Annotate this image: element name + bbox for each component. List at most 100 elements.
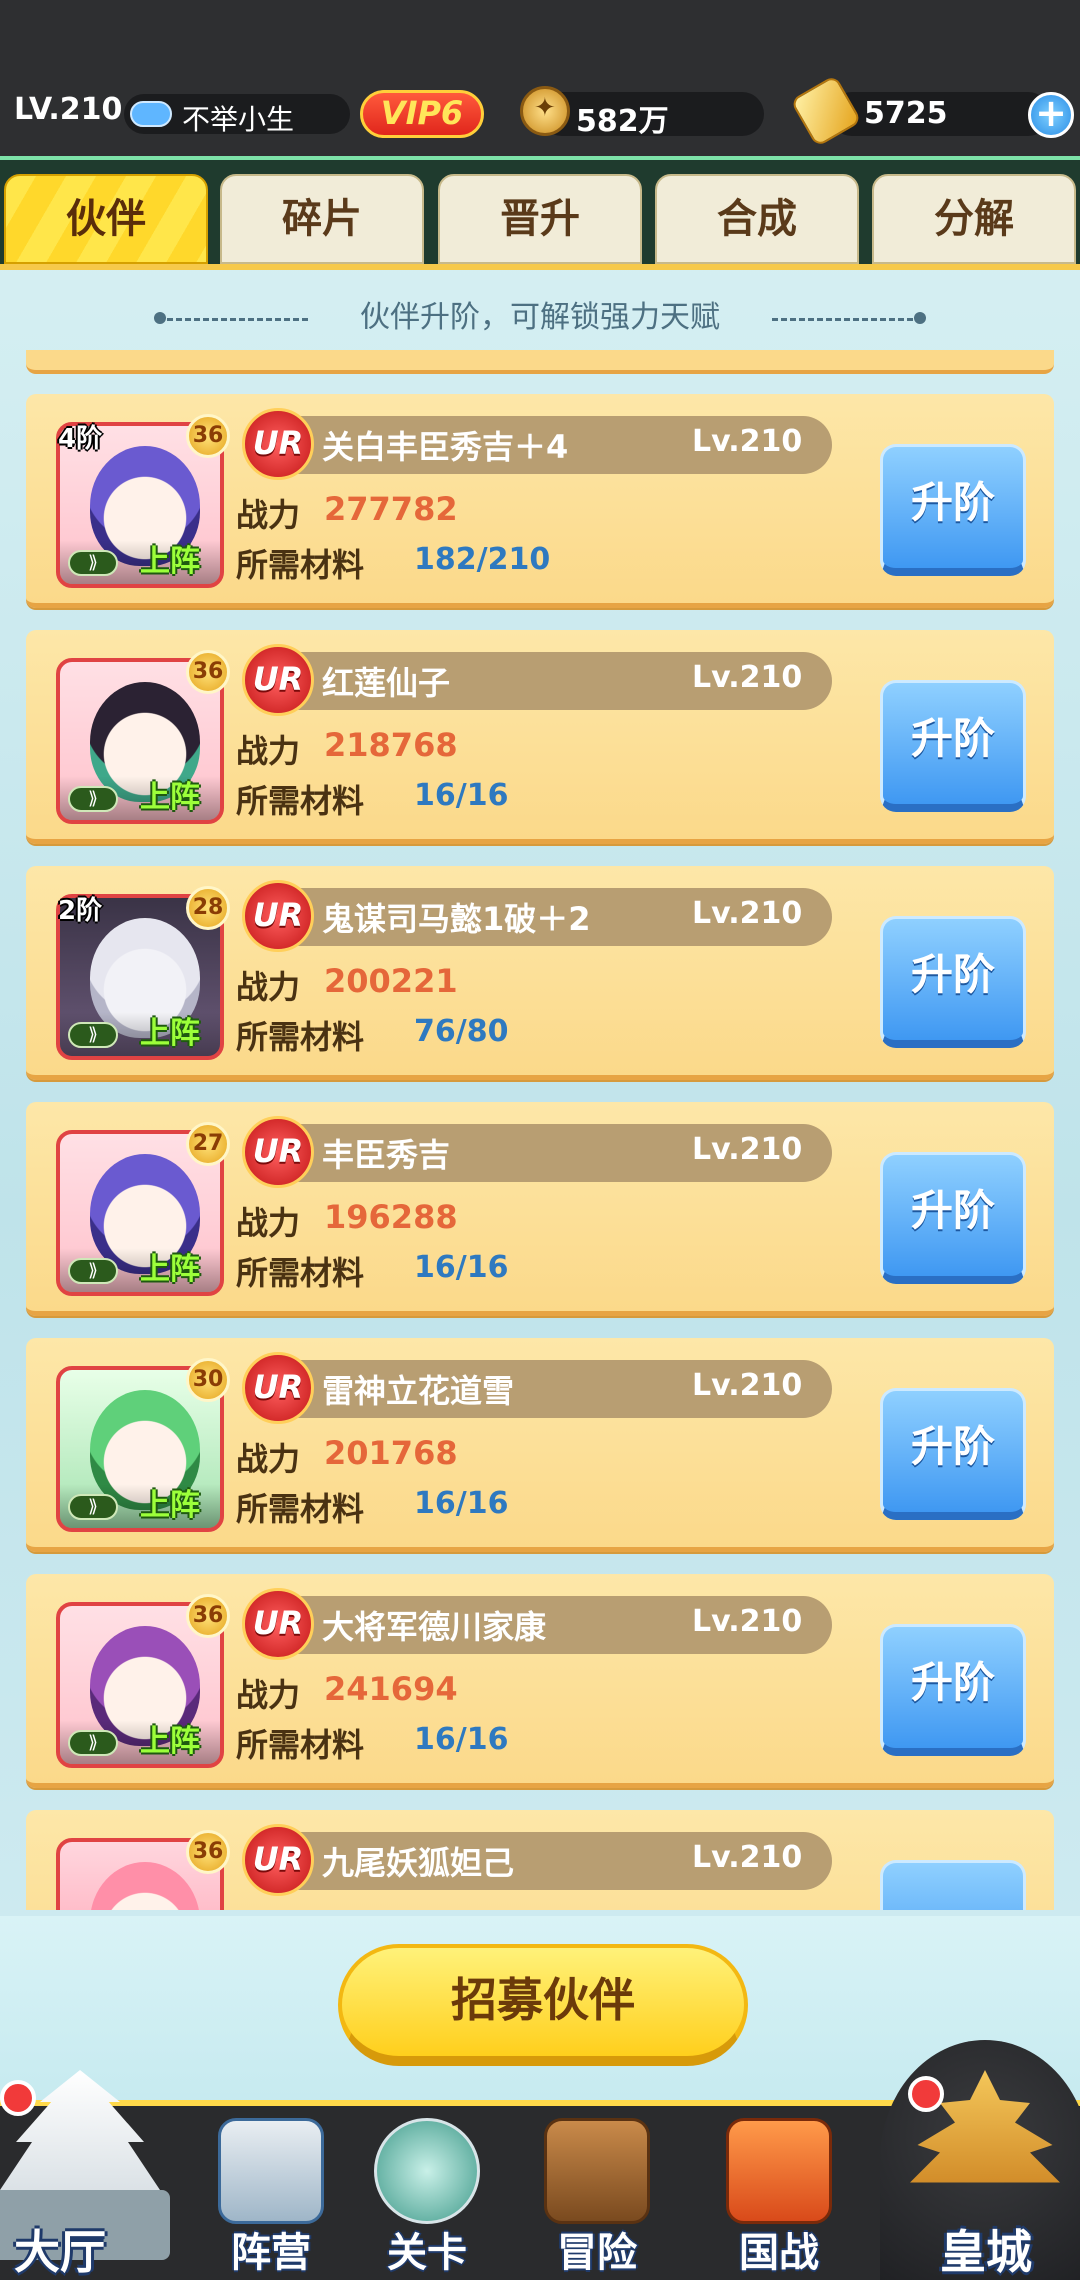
power-label: 战力 [236,1676,301,1714]
tab-partners[interactable]: 伙伴 [4,174,208,264]
rarity-badge: UR [242,408,314,480]
recruit-button[interactable]: 招募伙伴 [338,1944,748,2066]
gold-ingot-icon [789,74,863,148]
on-team-label: 上阵 [140,544,200,579]
nav-nation-war-label: 国战 [739,2230,819,2276]
partner-name: 红莲仙子 [322,664,451,702]
rarity-badge: UR [242,644,314,716]
nav-stage[interactable]: 关卡 [352,2114,502,2276]
imperial-city-notification-dot [908,2076,944,2112]
tier-label: 2阶 [58,896,103,926]
upgrade-button[interactable]: 升阶 [880,1624,1026,1756]
materials-value: 16/16 [414,1486,509,1521]
partner-list[interactable]: ⟫ 上阵 4阶 36 UR 关白丰臣秀吉＋4 Lv.210 战力 277782 … [0,350,1080,1910]
rarity-badge: UR [242,1352,314,1424]
coins-pill: 582万 [540,92,764,139]
partner-card[interactable]: ⟫ 上阵 4阶 36 UR 关白丰臣秀吉＋4 Lv.210 战力 277782 … [26,394,1054,608]
materials-label: 所需材料 [236,1490,365,1528]
tab-underline [0,264,1080,270]
team-icon: ⟫ [68,1258,118,1284]
star-badge: 36 [186,414,230,458]
partner-avatar [90,1862,200,1910]
hint-text: 伙伴升阶，可解锁强力天赋 [360,300,720,335]
resource-bar: LV.210 不举小生 VIP6 582万 5725 + [0,74,1080,148]
upgrade-button[interactable]: 升阶 [880,1152,1026,1284]
rarity-badge: UR [242,1824,314,1896]
on-team-label: 上阵 [140,1724,200,1759]
rarity-badge: UR [242,1116,314,1188]
upgrade-button[interactable]: 升阶 [880,444,1026,576]
partner-card[interactable]: 36 UR 九尾妖狐妲己 Lv.210 [26,1810,1054,1910]
partner-name: 丰臣秀吉 [322,1136,451,1174]
star-badge: 28 [186,886,230,930]
nav-camp[interactable]: 阵营 [196,2114,346,2276]
tab-synthesis[interactable]: 合成 [655,174,859,264]
star-badge: 36 [186,1830,230,1874]
player-name-pill[interactable]: 不举小生 [124,94,350,136]
rarity-badge: UR [242,1588,314,1660]
star-badge: 36 [186,1594,230,1638]
nav-imperial-city[interactable]: 皇城 [880,2040,1080,2280]
upgrade-button[interactable]: 升阶 [880,1388,1026,1520]
partner-name: 雷神立花道雪 [322,1372,515,1410]
nav-lobby[interactable]: 大厅 [0,2040,180,2280]
tab-promotion[interactable]: 晋升 [438,174,642,264]
power-value: 277782 [324,490,458,528]
tier-label: 4阶 [58,424,103,454]
partner-level: Lv.210 [692,1132,803,1167]
partner-level: Lv.210 [692,1604,803,1639]
partner-card[interactable]: ⟫ 上阵 27 UR 丰臣秀吉 Lv.210 战力 196288 所需材料 16… [26,1102,1054,1316]
star-badge: 36 [186,650,230,694]
partner-name: 关白丰臣秀吉＋4 [322,428,569,466]
vip-badge[interactable]: VIP6 [360,90,484,138]
materials-label: 所需材料 [236,1018,365,1056]
upgrade-button[interactable] [880,1860,1026,1910]
materials-label: 所需材料 [236,546,365,584]
power-value: 218768 [324,726,458,764]
player-name: 不举小生 [182,103,295,136]
tab-fragments[interactable]: 碎片 [220,174,424,264]
nav-adventure[interactable]: 冒险 [522,2114,672,2276]
partner-name: 鬼谋司马懿1破＋2 [322,900,591,938]
power-label: 战力 [236,1204,301,1242]
team-icon: ⟫ [68,1022,118,1048]
team-icon: ⟫ [68,1730,118,1756]
tab-decompose[interactable]: 分解 [872,174,1076,264]
team-icon: ⟫ [68,550,118,576]
power-label: 战力 [236,968,301,1006]
partner-name: 大将军德川家康 [322,1608,547,1646]
power-label: 战力 [236,1440,301,1478]
nav-nation-war[interactable]: 国战 [704,2114,854,2276]
team-icon: ⟫ [68,1494,118,1520]
partner-level: Lv.210 [692,1840,803,1875]
on-team-label: 上阵 [140,1488,200,1523]
materials-value: 182/210 [414,542,551,577]
hint-dash-left [158,318,308,321]
rarity-badge: UR [242,880,314,952]
coins-value: 582万 [576,104,669,139]
nav-camp-label: 阵营 [231,2230,311,2276]
partner-card[interactable]: ⟫ 上阵 30 UR 雷神立花道雪 Lv.210 战力 201768 所需材料 … [26,1338,1054,1552]
lobby-notification-dot [0,2080,36,2116]
partner-card[interactable]: ⟫ 上阵 2阶 28 UR 鬼谋司马懿1破＋2 Lv.210 战力 200221… [26,866,1054,1080]
exp-indicator [130,101,172,127]
star-badge: 30 [186,1358,230,1402]
materials-value: 76/80 [414,1014,509,1049]
upgrade-button[interactable]: 升阶 [880,916,1026,1048]
nav-adventure-label: 冒险 [557,2230,637,2276]
hint-dot-right [914,312,926,324]
power-value: 241694 [324,1670,458,1708]
power-value: 201768 [324,1434,458,1472]
nav-imperial-city-label: 皇城 [940,2225,1032,2279]
materials-label: 所需材料 [236,782,365,820]
banner-icon [726,2118,832,2224]
power-value: 196288 [324,1198,458,1236]
ship-icon [544,2118,650,2224]
on-team-label: 上阵 [140,780,200,815]
partner-card[interactable]: ⟫ 上阵 36 UR 大将军德川家康 Lv.210 战力 241694 所需材料… [26,1574,1054,1788]
partner-card[interactable]: ⟫ 上阵 36 UR 红莲仙子 Lv.210 战力 218768 所需材料 16… [26,630,1054,844]
player-level: LV.210 [14,92,123,127]
upgrade-button[interactable]: 升阶 [880,680,1026,812]
plus-icon[interactable]: + [1028,92,1074,138]
materials-label: 所需材料 [236,1726,365,1764]
